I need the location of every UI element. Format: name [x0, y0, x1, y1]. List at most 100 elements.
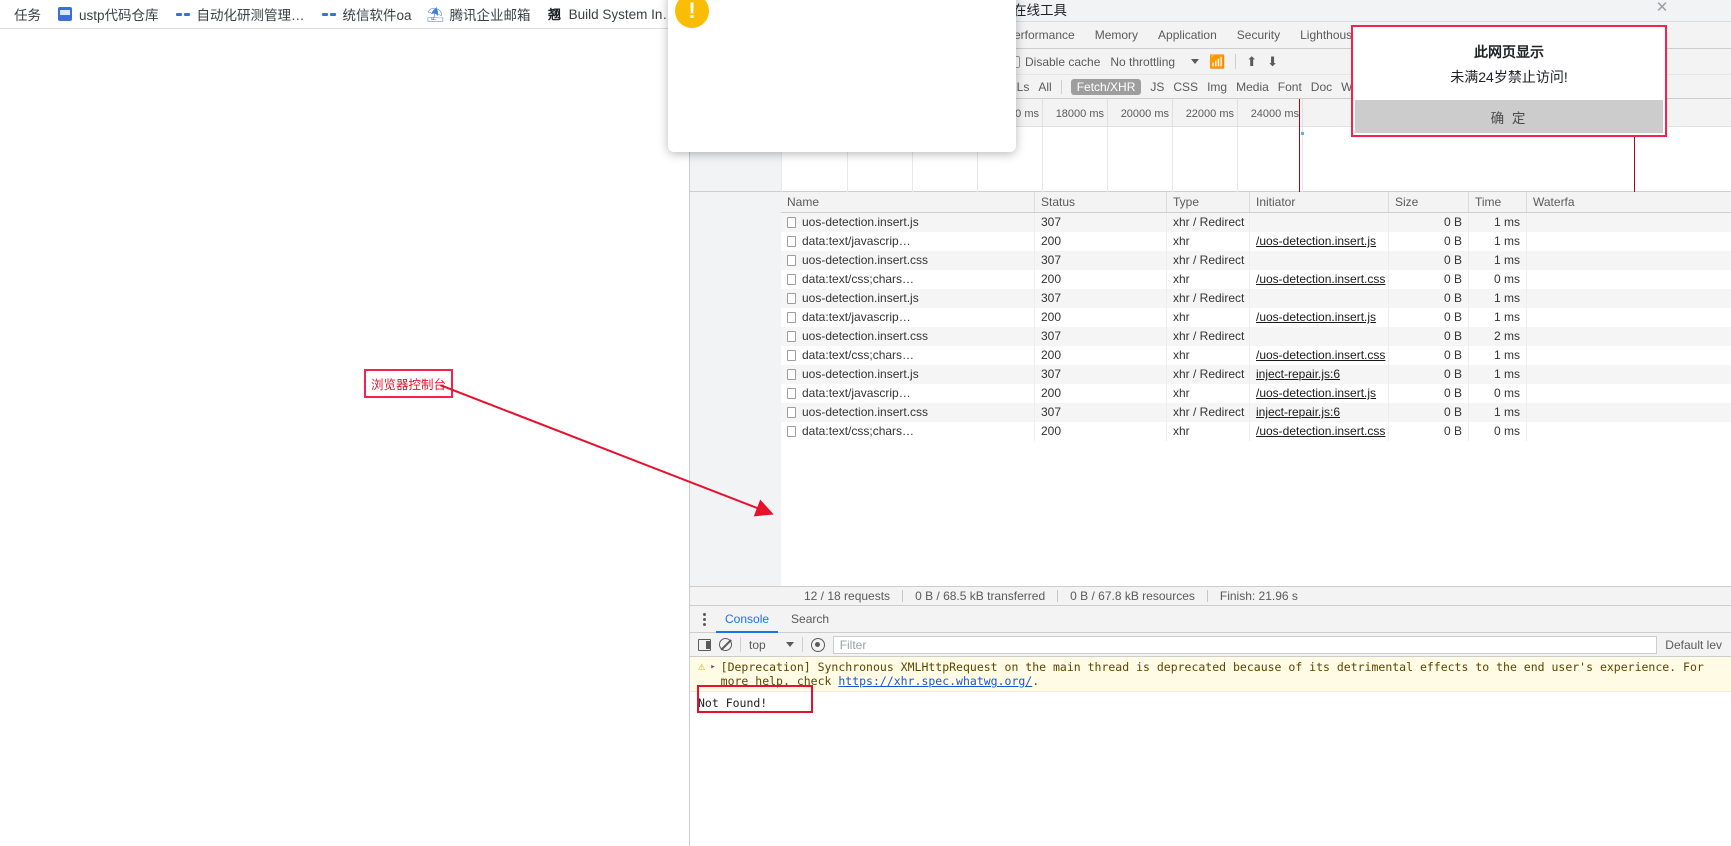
bookmark-item-2[interactable]: 自动化研测管理…: [167, 1, 313, 27]
bookmark-item-1[interactable]: ustp代码仓库: [49, 1, 167, 27]
request-type-icon: [787, 293, 796, 304]
alert-ok-button[interactable]: 确 定: [1355, 100, 1663, 133]
bookmark-item-3[interactable]: 统信软件oa: [313, 1, 420, 27]
cell-name: uos-detection.insert.css: [781, 403, 1035, 422]
filter-media[interactable]: Media: [1236, 80, 1269, 94]
table-row[interactable]: uos-detection.insert.css 307xhr / Redirec…: [781, 327, 1731, 346]
column-header-status[interactable]: Status: [1035, 192, 1167, 212]
filter-fetch-xhr[interactable]: Fetch/XHR: [1071, 79, 1142, 95]
disable-cache-label: Disable cache: [1025, 55, 1100, 69]
cell-size: 0 B: [1389, 270, 1469, 289]
request-name-label: data:text/css;chars…: [802, 346, 914, 365]
column-header-time[interactable]: Time: [1469, 192, 1527, 212]
import-har-icon[interactable]: ⬆: [1246, 55, 1257, 68]
table-row[interactable]: data:text/javascrip…200xhr/uos-detection…: [781, 308, 1731, 327]
column-header-type[interactable]: Type: [1167, 192, 1250, 212]
cell-name: uos-detection.insert.js: [781, 213, 1035, 232]
initiator-link[interactable]: /uos-detection.insert.css: [1256, 348, 1385, 362]
console-warning-text: [Deprecation] Synchronous XMLHttpRequest…: [721, 660, 1726, 688]
filter-js[interactable]: JS: [1150, 80, 1164, 94]
filter-font[interactable]: Font: [1278, 80, 1302, 94]
cell-waterfall: [1527, 422, 1731, 441]
table-body: uos-detection.insert.js307xhr / Redirect…: [781, 213, 1731, 441]
column-header-name[interactable]: Name: [781, 192, 1035, 212]
expand-arrow-icon[interactable]: ▸: [710, 660, 715, 674]
execution-context-select[interactable]: top: [749, 638, 794, 652]
cell-type: xhr: [1167, 270, 1250, 289]
export-har-icon[interactable]: ⬇: [1267, 55, 1278, 68]
console-sidebar-icon[interactable]: [698, 639, 711, 651]
tab-search[interactable]: Search: [782, 606, 838, 633]
column-header-waterfall[interactable]: Waterfa: [1527, 192, 1731, 212]
cell-status: 307: [1035, 365, 1167, 384]
table-row[interactable]: uos-detection.insert.js307xhr / Redirect…: [781, 213, 1731, 232]
clear-console-icon[interactable]: [719, 638, 732, 651]
initiator-link[interactable]: /uos-detection.insert.css: [1256, 424, 1385, 438]
page-tab-title: 在线工具: [1013, 0, 1067, 22]
spec-link[interactable]: https://xhr.spec.whatwg.org/: [838, 674, 1032, 688]
cell-time: 1 ms: [1469, 403, 1527, 422]
live-expression-icon[interactable]: [811, 638, 825, 652]
request-name-label: data:text/javascrip…: [802, 232, 911, 251]
tab-security[interactable]: Security: [1227, 22, 1290, 48]
cell-status: 200: [1035, 270, 1167, 289]
table-row[interactable]: uos-detection.insert.css307xhr / Redirec…: [781, 403, 1731, 422]
console-warning-message[interactable]: ⚠ ▸ [Deprecation] Synchronous XMLHttpReq…: [690, 657, 1731, 692]
filter-all[interactable]: All: [1038, 80, 1051, 94]
initiator-link[interactable]: inject-repair.js:6: [1256, 367, 1340, 381]
cell-time: 1 ms: [1469, 289, 1527, 308]
filter-doc[interactable]: Doc: [1311, 80, 1332, 94]
cell-status: 307: [1035, 327, 1167, 346]
bookmark-item-0[interactable]: 任务: [6, 1, 49, 27]
filter-divider: [1061, 80, 1062, 94]
cell-name: data:text/css;chars…: [781, 270, 1035, 289]
tab-application[interactable]: Application: [1148, 22, 1227, 48]
cell-name: uos-detection.insert.js: [781, 289, 1035, 308]
throttling-select[interactable]: No throttling: [1110, 55, 1199, 69]
disable-cache-checkbox[interactable]: Disable cache: [1008, 55, 1100, 69]
alert-title: 此网页显示: [1353, 42, 1665, 62]
cell-type: xhr / Redirect: [1167, 327, 1250, 346]
initiator-link[interactable]: /uos-detection.insert.js: [1256, 310, 1376, 324]
initiator-link[interactable]: /uos-detection.insert.css: [1256, 272, 1385, 286]
tab-console[interactable]: Console: [716, 606, 778, 633]
more-options-icon[interactable]: [696, 613, 712, 626]
cell-name: data:text/css;chars…: [781, 346, 1035, 365]
cell-initiator: /uos-detection.insert.css: [1250, 346, 1389, 365]
default-levels-label[interactable]: Default lev: [1665, 638, 1724, 652]
filter-img[interactable]: Img: [1207, 80, 1227, 94]
close-icon[interactable]: ✕: [1652, 0, 1672, 17]
cell-name: data:text/css;chars…: [781, 422, 1035, 441]
network-conditions-icon[interactable]: 📶: [1209, 55, 1225, 68]
request-name-label: uos-detection.insert.css: [802, 327, 928, 346]
cell-name: uos-detection.insert.css: [781, 327, 1035, 346]
tick-label: 24000 ms: [1251, 108, 1299, 120]
console-filter-input[interactable]: [833, 636, 1658, 654]
bookmark-label: Build System In…: [569, 7, 676, 22]
cell-name: uos-detection.insert.js: [781, 365, 1035, 384]
table-row[interactable]: uos-detection.insert.js307xhr / Redirect…: [781, 289, 1731, 308]
summary-resources: 0 B / 67.8 kB resources: [1058, 589, 1207, 603]
column-header-size[interactable]: Size: [1389, 192, 1469, 212]
table-row[interactable]: uos-detection.insert.css307xhr / Redirec…: [781, 251, 1731, 270]
tab-memory[interactable]: Memory: [1085, 22, 1148, 48]
initiator-link[interactable]: /uos-detection.insert.js: [1256, 386, 1376, 400]
bookmark-item-4[interactable]: ⛱ 腾讯企业邮箱: [420, 1, 539, 27]
table-row[interactable]: data:text/javascrip…200xhr/uos-detection…: [781, 232, 1731, 251]
bookmark-item-5[interactable]: 翘 Build System In…: [539, 3, 684, 25]
table-row[interactable]: data:text/javascrip…200xhr/uos-detection…: [781, 384, 1731, 403]
table-row[interactable]: data:text/css;chars…200xhr/uos-detection…: [781, 422, 1731, 441]
cell-size: 0 B: [1389, 289, 1469, 308]
cell-waterfall: [1527, 403, 1731, 422]
console-log-message[interactable]: Not Found!: [690, 692, 1731, 714]
table-row[interactable]: uos-detection.insert.js307xhr / Redirect…: [781, 365, 1731, 384]
initiator-link[interactable]: inject-repair.js:6: [1256, 405, 1340, 419]
initiator-link[interactable]: /uos-detection.insert.js: [1256, 234, 1376, 248]
filter-css[interactable]: CSS: [1173, 80, 1198, 94]
table-row[interactable]: data:text/css;chars…200xhr/uos-detection…: [781, 346, 1731, 365]
table-row[interactable]: data:text/css;chars…200xhr/uos-detection…: [781, 270, 1731, 289]
column-header-initiator[interactable]: Initiator: [1250, 192, 1389, 212]
request-name-label: data:text/javascrip…: [802, 308, 911, 327]
annotation-label-box: 浏览器控制台: [364, 369, 453, 398]
annotation-highlight-not-found: [697, 685, 813, 713]
